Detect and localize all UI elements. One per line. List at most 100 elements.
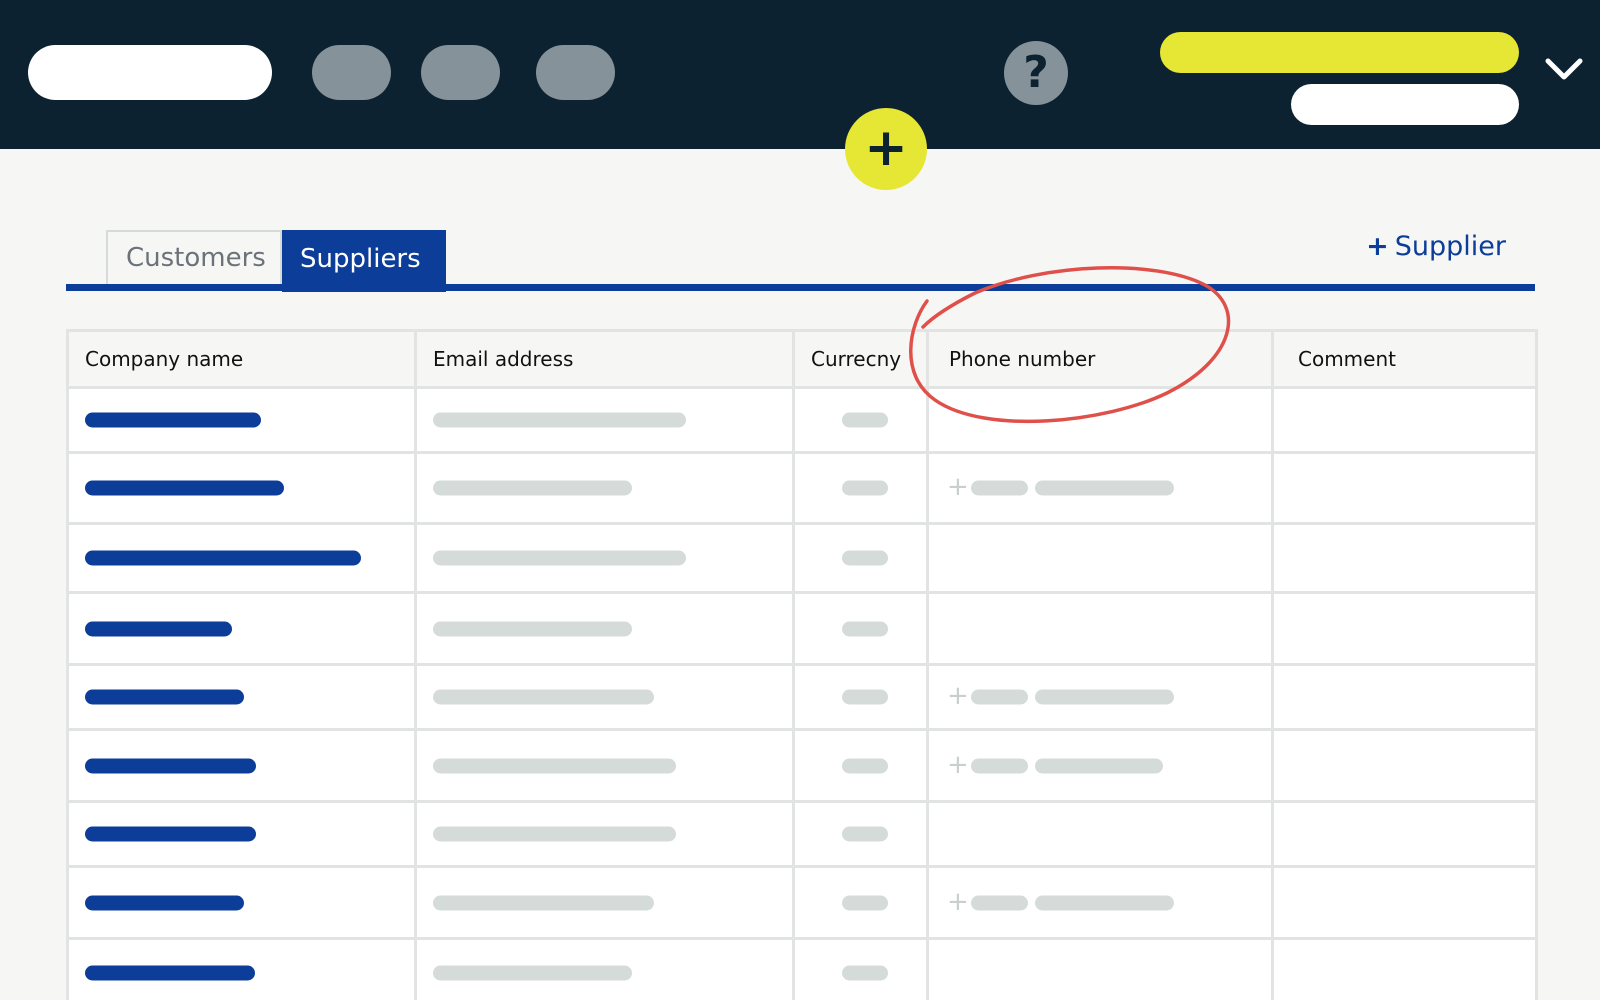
- email-placeholder: [433, 965, 632, 980]
- tab-suppliers[interactable]: Suppliers: [282, 230, 446, 292]
- email-cell[interactable]: [414, 522, 795, 594]
- column-header-phone[interactable]: Phone number: [926, 329, 1274, 389]
- currency-cell[interactable]: [792, 728, 929, 803]
- table-row[interactable]: [66, 522, 1538, 594]
- table-row[interactable]: [66, 591, 1538, 666]
- email-placeholder: [433, 895, 654, 910]
- comment-cell[interactable]: [1271, 728, 1538, 803]
- company-cell[interactable]: [66, 800, 417, 868]
- table-header-row: Company name Email address Currecny Phon…: [66, 329, 1538, 389]
- email-cell[interactable]: [414, 451, 795, 525]
- currency-placeholder: [842, 895, 888, 910]
- table-row[interactable]: +: [66, 865, 1538, 940]
- comment-cell[interactable]: [1271, 451, 1538, 525]
- nav-item-3[interactable]: [536, 45, 615, 100]
- currency-cell[interactable]: [792, 663, 929, 731]
- comment-cell[interactable]: [1271, 386, 1538, 454]
- table-row[interactable]: [66, 937, 1538, 1000]
- phone-cell[interactable]: +: [926, 865, 1274, 940]
- phone-cell[interactable]: [926, 800, 1274, 868]
- email-cell[interactable]: [414, 386, 795, 454]
- phone-cell[interactable]: [926, 522, 1274, 594]
- user-name-placeholder[interactable]: [1160, 32, 1519, 73]
- currency-cell[interactable]: [792, 591, 929, 666]
- chevron-down-icon[interactable]: [1544, 55, 1584, 85]
- email-placeholder: [433, 758, 676, 773]
- phone-plus-icon: +: [947, 749, 969, 780]
- top-bar: ?: [0, 0, 1600, 149]
- currency-cell[interactable]: [792, 386, 929, 454]
- comment-cell[interactable]: [1271, 591, 1538, 666]
- column-header-currency[interactable]: Currecny: [792, 329, 929, 389]
- currency-cell[interactable]: [792, 865, 929, 940]
- table-row[interactable]: [66, 800, 1538, 868]
- comment-cell[interactable]: [1271, 663, 1538, 731]
- phone-number-placeholder: [1035, 480, 1174, 496]
- phone-plus-icon: +: [947, 681, 969, 712]
- comment-cell[interactable]: [1271, 865, 1538, 940]
- table-row[interactable]: +: [66, 663, 1538, 731]
- column-header-comment[interactable]: Comment: [1271, 329, 1538, 389]
- comment-cell[interactable]: [1271, 522, 1538, 594]
- phone-number-placeholder: [1035, 689, 1174, 705]
- email-placeholder: [433, 621, 632, 636]
- email-placeholder: [433, 826, 676, 842]
- plus-icon: +: [1366, 231, 1389, 262]
- email-cell[interactable]: [414, 865, 795, 940]
- email-placeholder: [433, 689, 654, 705]
- currency-placeholder: [842, 965, 888, 980]
- company-cell[interactable]: [66, 728, 417, 803]
- email-cell[interactable]: [414, 663, 795, 731]
- comment-cell[interactable]: [1271, 800, 1538, 868]
- phone-code-placeholder: [971, 689, 1028, 705]
- email-cell[interactable]: [414, 937, 795, 1000]
- phone-code-placeholder: [971, 895, 1028, 910]
- add-supplier-label: Supplier: [1394, 231, 1506, 262]
- phone-cell[interactable]: +: [926, 728, 1274, 803]
- phone-plus-icon: +: [947, 886, 969, 917]
- table-row[interactable]: +: [66, 728, 1538, 803]
- comment-cell[interactable]: [1271, 937, 1538, 1000]
- currency-cell[interactable]: [792, 451, 929, 525]
- app-logo-placeholder[interactable]: [28, 45, 272, 100]
- column-header-company[interactable]: Company name: [66, 329, 417, 389]
- phone-cell[interactable]: [926, 937, 1274, 1000]
- email-placeholder: [433, 412, 686, 428]
- company-cell[interactable]: [66, 386, 417, 454]
- currency-placeholder: [842, 621, 888, 636]
- tab-customers[interactable]: Customers: [106, 230, 282, 284]
- add-supplier-button[interactable]: + Supplier: [1366, 231, 1506, 262]
- company-cell[interactable]: [66, 663, 417, 731]
- table-row[interactable]: +: [66, 451, 1538, 525]
- company-cell[interactable]: [66, 865, 417, 940]
- phone-cell[interactable]: +: [926, 663, 1274, 731]
- email-placeholder: [433, 550, 686, 566]
- currency-cell[interactable]: [792, 937, 929, 1000]
- company-cell[interactable]: [66, 937, 417, 1000]
- nav-item-1[interactable]: [312, 45, 391, 100]
- phone-number-placeholder: [1035, 895, 1174, 910]
- phone-cell[interactable]: [926, 386, 1274, 454]
- company-cell[interactable]: [66, 591, 417, 666]
- user-account-placeholder[interactable]: [1291, 84, 1519, 125]
- table-row[interactable]: [66, 386, 1538, 454]
- email-cell[interactable]: [414, 591, 795, 666]
- company-name-placeholder: [85, 412, 261, 428]
- currency-placeholder: [842, 689, 888, 705]
- currency-placeholder: [842, 550, 888, 566]
- create-new-button[interactable]: +: [845, 108, 927, 190]
- company-cell[interactable]: [66, 522, 417, 594]
- phone-cell[interactable]: [926, 591, 1274, 666]
- phone-cell[interactable]: +: [926, 451, 1274, 525]
- currency-placeholder: [842, 412, 888, 428]
- email-cell[interactable]: [414, 800, 795, 868]
- currency-cell[interactable]: [792, 522, 929, 594]
- currency-cell[interactable]: [792, 800, 929, 868]
- help-icon[interactable]: ?: [1004, 41, 1068, 105]
- company-name-placeholder: [85, 895, 244, 910]
- column-header-email[interactable]: Email address: [414, 329, 795, 389]
- email-cell[interactable]: [414, 728, 795, 803]
- company-cell[interactable]: [66, 451, 417, 525]
- phone-code-placeholder: [971, 480, 1028, 496]
- nav-item-2[interactable]: [421, 45, 500, 100]
